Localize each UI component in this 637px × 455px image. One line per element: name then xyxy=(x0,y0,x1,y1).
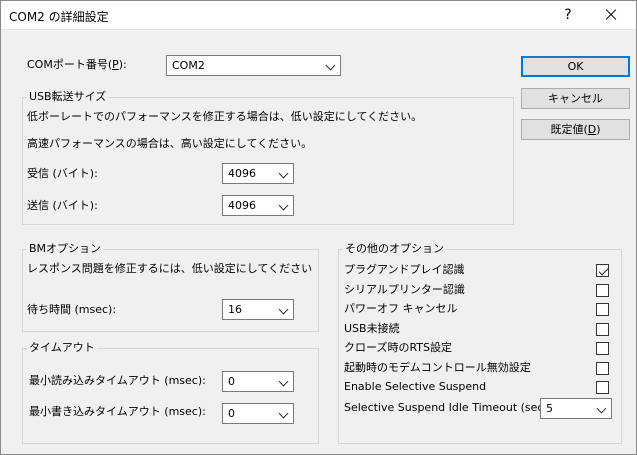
usb-desc-low: 低ボーレートでのパフォーマンスを修正する場合は、低い設定にしてください。 xyxy=(27,110,423,123)
bm-desc: レスポンス問題を修正するには、低い設定にしてください xyxy=(27,262,313,275)
ok-button[interactable]: OK xyxy=(521,56,630,77)
write-timeout-label: 最小書き込みタイムアウト (msec): xyxy=(29,405,206,418)
latency-label: 待ち時間 (msec): xyxy=(27,303,117,316)
chevron-down-icon xyxy=(325,60,336,71)
other-option-checkbox[interactable] xyxy=(596,362,609,375)
idle-timeout-select[interactable]: 5 xyxy=(540,398,612,419)
chevron-down-icon xyxy=(278,168,289,179)
title-bar: COM2 の詳細設定 ? xyxy=(0,0,637,30)
com-port-select[interactable]: COM2 xyxy=(166,55,341,76)
other-option-checkbox[interactable] xyxy=(596,381,609,394)
timeouts-title: タイムアウト xyxy=(27,341,97,355)
chevron-down-icon xyxy=(278,408,289,419)
idle-timeout-label: Selective Suspend Idle Timeout (secs): xyxy=(344,401,558,414)
chevron-down-icon xyxy=(278,304,289,315)
com-port-label: COMポート番号(P): xyxy=(27,58,127,71)
other-option-checkbox[interactable] xyxy=(596,323,609,336)
other-option-label: パワーオフ キャンセル xyxy=(344,302,458,315)
other-option-checkbox[interactable] xyxy=(596,342,609,355)
write-timeout-value: 0 xyxy=(228,407,235,420)
other-option-checkbox[interactable] xyxy=(596,303,609,316)
window-title: COM2 の詳細設定 xyxy=(9,10,109,24)
com-port-value: COM2 xyxy=(172,59,205,72)
usb-desc-high: 高速パフォーマンスの場合は、高い設定にしてください。 xyxy=(27,137,313,150)
latency-value: 16 xyxy=(228,303,242,316)
cancel-button[interactable]: キャンセル xyxy=(521,88,630,109)
send-label: 送信 (バイト): xyxy=(27,199,98,212)
receive-size-value: 4096 xyxy=(228,167,256,180)
help-icon[interactable]: ? xyxy=(556,4,580,26)
receive-label: 受信 (バイト): xyxy=(27,167,98,180)
bm-options-title: BMオプション xyxy=(27,242,104,256)
other-option-checkbox[interactable] xyxy=(596,264,609,277)
receive-size-select[interactable]: 4096 xyxy=(222,163,294,184)
read-timeout-label: 最小読み込みタイムアウト (msec): xyxy=(29,374,206,387)
defaults-button[interactable]: 既定値(D) xyxy=(521,119,630,140)
other-option-label: 起動時のモデムコントロール無効設定 xyxy=(344,361,531,374)
chevron-down-icon xyxy=(278,376,289,387)
read-timeout-select[interactable]: 0 xyxy=(222,371,294,392)
chevron-down-icon xyxy=(278,200,289,211)
idle-timeout-value: 5 xyxy=(546,402,553,415)
other-option-label: Enable Selective Suspend xyxy=(344,380,487,393)
chevron-down-icon xyxy=(596,403,607,414)
other-option-checkbox[interactable] xyxy=(596,284,609,297)
read-timeout-value: 0 xyxy=(228,375,235,388)
other-option-label: プラグアンドプレイ認識 xyxy=(344,263,465,276)
other-option-label: USB未接続 xyxy=(344,322,400,335)
close-icon[interactable] xyxy=(596,3,626,27)
send-size-value: 4096 xyxy=(228,199,256,212)
other-option-label: クローズ時のRTS設定 xyxy=(344,341,452,354)
timeouts-group: タイムアウト xyxy=(22,341,319,444)
send-size-select[interactable]: 4096 xyxy=(222,195,294,216)
other-option-label: シリアルプリンター認識 xyxy=(344,283,465,296)
write-timeout-select[interactable]: 0 xyxy=(222,403,294,424)
other-options-title: その他のオプション xyxy=(343,242,446,256)
usb-transfer-title: USB転送サイズ xyxy=(27,90,109,104)
latency-select[interactable]: 16 xyxy=(222,299,294,320)
